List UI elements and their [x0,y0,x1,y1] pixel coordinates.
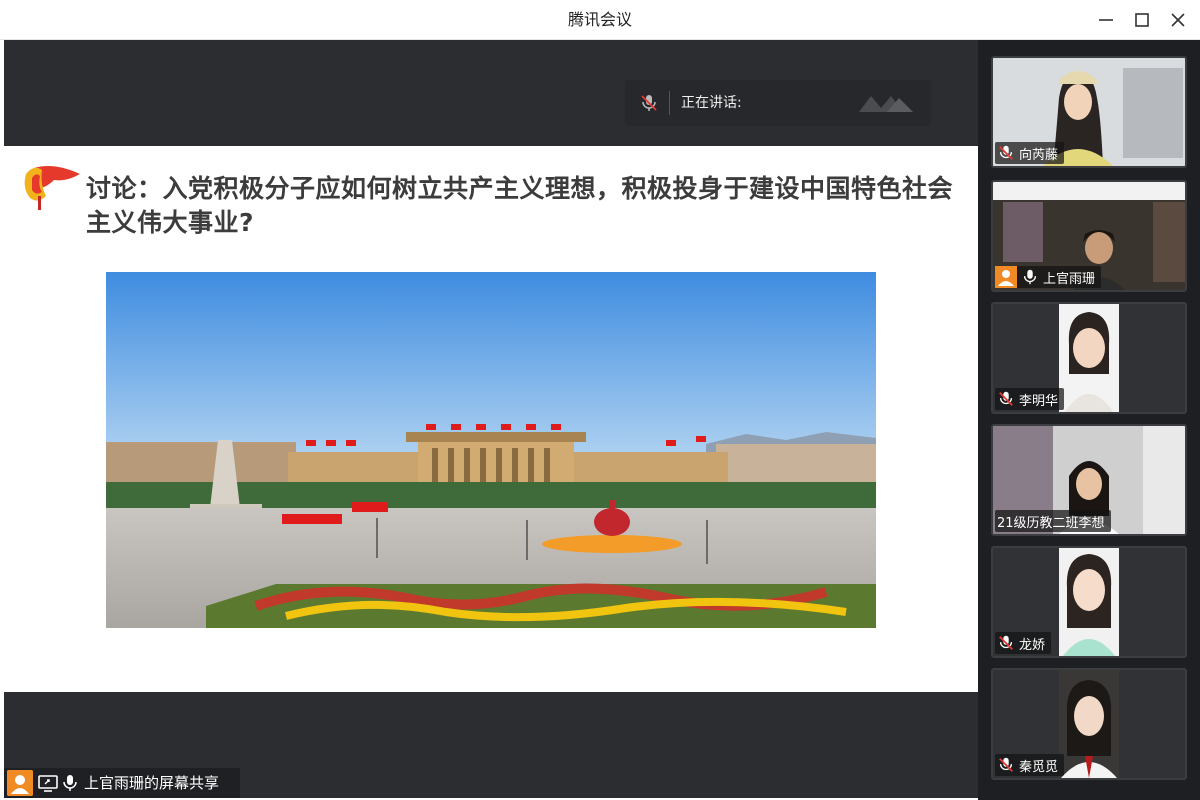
mic-muted-icon [999,145,1013,160]
close-button[interactable] [1164,8,1192,32]
participant-tile[interactable]: 上官雨珊 [991,180,1187,292]
participant-nameplate: 上官雨珊 [995,266,1102,288]
host-avatar-icon [995,266,1017,288]
minimize-icon [1099,19,1113,21]
minimize-button[interactable] [1092,8,1120,32]
participant-panel[interactable]: 向芮藤 上官雨珊 李明华 21级历教二班李想 龙娇 秦觅觅 [978,40,1200,800]
divider [669,91,670,115]
screen-share-icon [38,775,58,792]
maximize-button[interactable] [1128,8,1156,32]
participant-tile[interactable]: 向芮藤 [991,56,1187,168]
mic-muted-icon [641,95,657,111]
mic-muted-icon [999,635,1013,650]
participant-nameplate: 秦觅觅 [995,754,1065,776]
participant-video [1059,304,1119,412]
participant-video [1059,670,1119,778]
tiananmen-square-photo [106,272,876,628]
participant-name: 上官雨珊 [1043,271,1096,287]
maximize-icon [1135,13,1149,27]
mic-icon [1023,269,1037,285]
participant-tile[interactable]: 龙娇 [991,546,1187,658]
screen-share-label: 上官雨珊的屏幕共享 [84,774,220,792]
participant-name: 21级历教二班李想 [997,515,1105,531]
screen-share-area[interactable]: 正在讲话: 讨论：入党积极分子应如何树立共产主义理想，积极投身于建设中国特色社会… [4,40,978,798]
mic-muted-icon [999,391,1013,406]
close-icon [1171,13,1185,27]
participant-tile[interactable]: 李明华 [991,302,1187,414]
participant-nameplate: 21级历教二班李想 [995,510,1111,532]
speaking-label: 正在讲话: [681,95,742,111]
participant-tile[interactable]: 21级历教二班李想 [991,424,1187,536]
participant-nameplate: 李明华 [995,388,1065,410]
participant-name: 龙娇 [1019,637,1046,653]
title-bar: 腾讯会议 [0,0,1200,40]
party-flag-emblem-icon [24,166,80,210]
tencent-meeting-logo-icon [859,96,913,112]
screen-share-bar[interactable]: 上官雨珊的屏幕共享 [4,768,240,798]
presentation-slide: 讨论：入党积极分子应如何树立共产主义理想，积极投身于建设中国特色社会主义伟大事业… [4,146,978,692]
slide-heading: 讨论：入党积极分子应如何树立共产主义理想，积极投身于建设中国特色社会主义伟大事业… [86,174,954,237]
speaking-indicator: 正在讲话: [625,80,931,126]
participant-name: 李明华 [1019,393,1059,409]
participant-nameplate: 龙娇 [995,632,1052,654]
participant-video [1059,548,1119,656]
participant-nameplate: 向芮藤 [995,142,1065,164]
mic-muted-icon [999,757,1013,772]
participant-name: 向芮藤 [1019,147,1059,163]
mic-icon [63,775,77,791]
window-title: 腾讯会议 [567,10,632,29]
participant-name: 秦觅觅 [1019,759,1059,775]
user-avatar-icon [7,770,33,796]
participant-tile[interactable]: 秦觅觅 [991,668,1187,780]
